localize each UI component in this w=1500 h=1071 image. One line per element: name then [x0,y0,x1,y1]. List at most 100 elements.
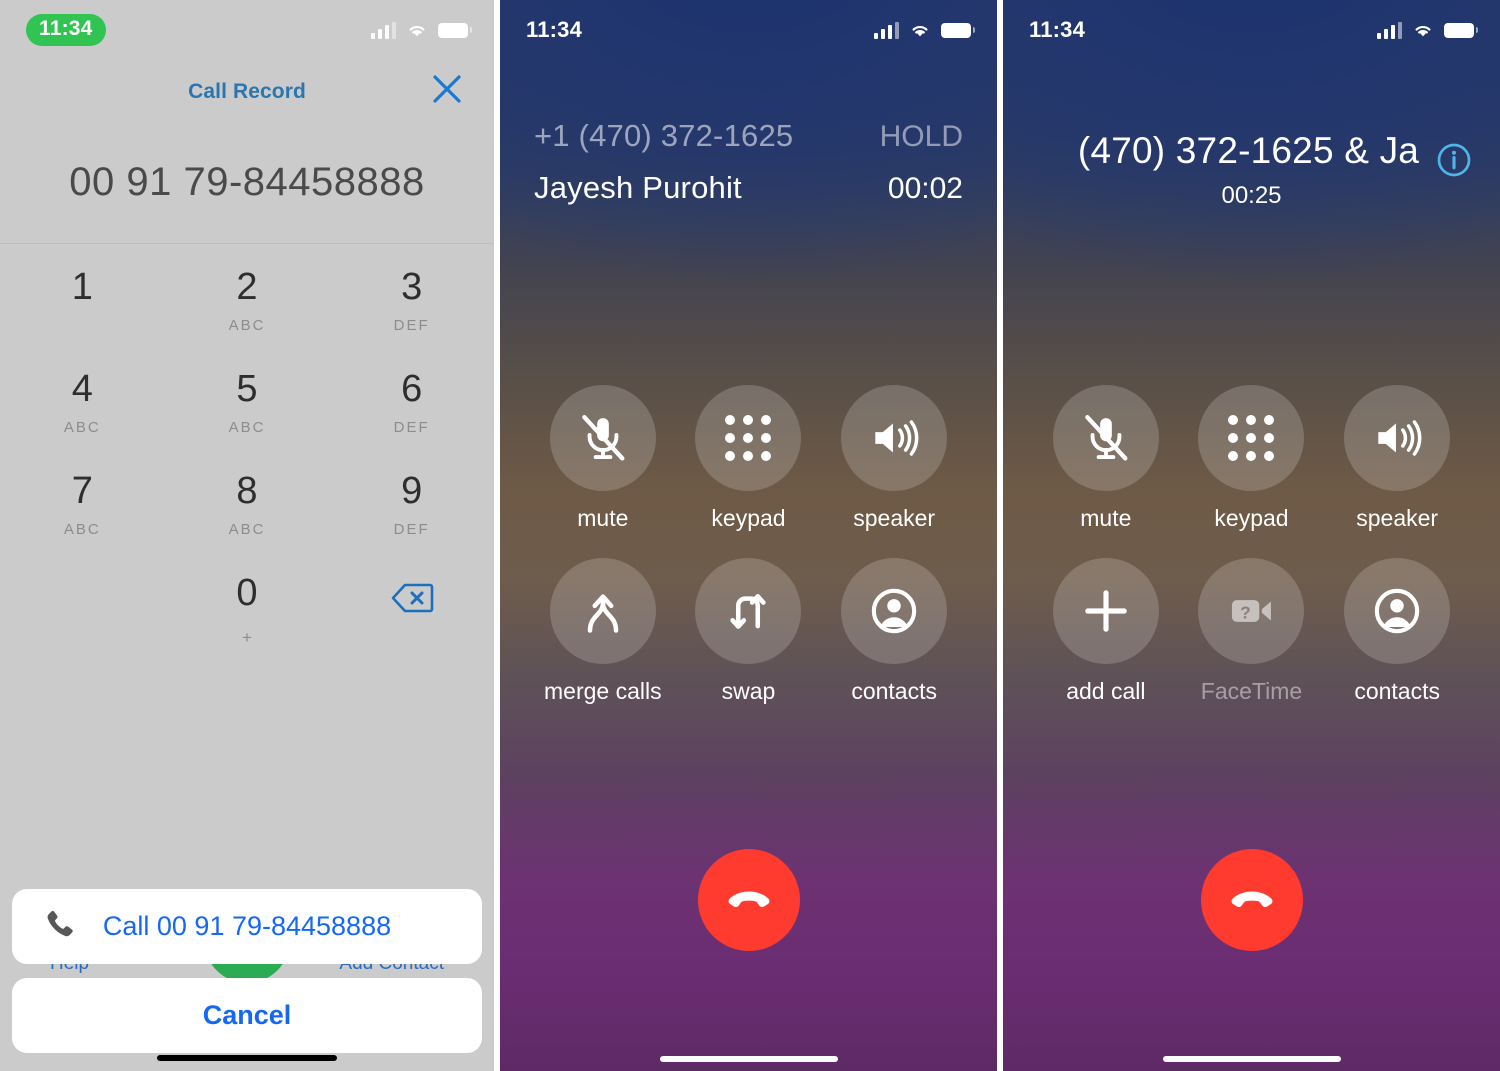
typed-number-display: 00 91 79-84458888 [69,160,425,204]
control-label: swap [721,678,776,704]
dialer-sheet-header: Call Record 00 91 79-84458888 [0,52,494,244]
key-digit: 2 [236,266,258,308]
battery-icon [1444,22,1478,38]
mute-button[interactable]: mute [530,385,676,532]
key-8[interactable]: 8 ABC [165,454,330,556]
call-controls-grid: mute keypad speaker [500,385,997,705]
call-action-sheet[interactable]: Call 00 91 79-84458888 [12,889,482,964]
call-action-label: Call 00 91 79-84458888 [102,911,392,941]
signal-bars-icon [873,21,899,39]
key-digit: 4 [71,368,93,410]
key-digit: 8 [236,470,258,512]
control-label: FaceTime [1200,678,1303,704]
add-call-button[interactable]: add call [1033,558,1179,705]
call-controls-grid: mute keypad speaker [1003,385,1500,705]
merged-call-title: (470) 372-1625 & Ja [1077,130,1420,171]
call-duration: 00:02 [887,172,963,205]
mic-muted-icon [549,385,656,491]
swap-button[interactable]: swap [676,558,822,705]
home-indicator [1162,1056,1341,1062]
contacts-person-icon [1344,558,1451,664]
key-plus: + [242,628,252,647]
info-circle-icon[interactable] [1436,142,1472,178]
status-icons [370,21,472,39]
key-digit: 1 [71,266,93,308]
mute-button[interactable]: mute [1033,385,1179,532]
key-letters: ABC [63,419,101,436]
key-4[interactable]: 4 ABC [0,352,165,454]
control-label: keypad [711,505,786,531]
plus-icon [1052,558,1159,664]
status-clock: 11:34 [526,17,583,42]
backspace-icon[interactable] [329,556,494,658]
speaker-button[interactable]: speaker [821,385,967,532]
key-letters: ABC [63,521,101,538]
key-2[interactable]: 2 ABC [165,250,330,352]
status-bar: 11:34 [1003,0,1500,50]
control-label: contacts [1354,678,1440,704]
wifi-icon [409,25,425,37]
control-label: mute [577,505,629,531]
control-label: mute [1080,505,1132,531]
key-3[interactable]: 3 DEF [329,250,494,352]
key-letters: ABC [228,419,266,436]
key-digit: 0 [236,572,258,614]
phone-handset-icon [42,907,76,946]
mic-muted-icon [1052,385,1159,491]
control-label: speaker [1356,505,1439,531]
call-row-active[interactable]: Jayesh Purohit 00:02 [534,170,963,206]
key-digit: 6 [401,368,423,410]
speaker-button[interactable]: speaker [1324,385,1470,532]
keypad-button[interactable]: keypad [676,385,822,532]
cancel-label: Cancel [202,1000,292,1030]
end-call-button[interactable] [697,849,800,951]
contacts-button[interactable]: contacts [1324,558,1470,705]
speaker-icon [1344,385,1451,491]
key-letters: ABC [228,317,266,334]
merge-calls-button[interactable]: merge calls [530,558,676,705]
key-1[interactable]: 1 [0,250,165,352]
swap-arrows-icon [695,558,802,664]
screenshot-stage: 11:34 Call Record 00 91 79-84458888 1 2 … [0,0,1500,1071]
keypad-button[interactable]: keypad [1179,385,1325,532]
close-x-icon[interactable] [430,72,464,106]
control-label: contacts [851,678,937,704]
key-letters: ABC [228,521,266,538]
key-digit: 3 [401,266,423,308]
battery-icon [941,22,975,38]
facetime-button[interactable]: ? FaceTime [1179,558,1325,705]
status-icons [1376,21,1478,39]
dial-keypad: 1 2 ABC 3 DEF 4 ABC 5 ABC 6 DEF 7 ABC 8 … [0,250,494,658]
home-indicator [659,1056,838,1062]
signal-bars-icon [1376,21,1402,39]
control-label: speaker [853,505,936,531]
svg-text:?: ? [1241,602,1252,622]
key-5[interactable]: 5 ABC [165,352,330,454]
key-letters: DEF [393,419,430,436]
key-7[interactable]: 7 ABC [0,454,165,556]
page-title: Call Record [188,80,306,103]
end-call-button[interactable] [1200,849,1303,951]
speaker-icon [841,385,948,491]
call-row-held[interactable]: +1 (470) 372-1625 HOLD [534,118,963,154]
key-6[interactable]: 6 DEF [329,352,494,454]
key-9[interactable]: 9 DEF [329,454,494,556]
key-digit: 7 [71,470,93,512]
cancel-button[interactable]: Cancel [12,978,482,1053]
call-party-name: Jayesh Purohit [534,170,742,205]
status-bar: 11:34 [500,0,997,50]
panel-dialer: 11:34 Call Record 00 91 79-84458888 1 2 … [0,0,494,1071]
call-status-hold: HOLD [879,120,963,153]
control-label: merge calls [544,678,662,704]
battery-icon [438,22,472,38]
end-call-handset-icon [728,891,769,908]
key-digit: 9 [401,470,423,512]
signal-bars-icon [370,21,396,39]
panel-two-calls: 11:34 +1 (470) 372-1625 HOLD Jayesh Puro… [500,0,997,1071]
wifi-icon [912,25,928,37]
contacts-button[interactable]: contacts [821,558,967,705]
control-label: keypad [1214,505,1289,531]
key-0[interactable]: 0 + [165,556,330,658]
merged-call-header: (470) 372-1625 & Ja 00:25 [1003,130,1500,210]
status-clock-recording-pill: 11:34 [26,14,106,46]
